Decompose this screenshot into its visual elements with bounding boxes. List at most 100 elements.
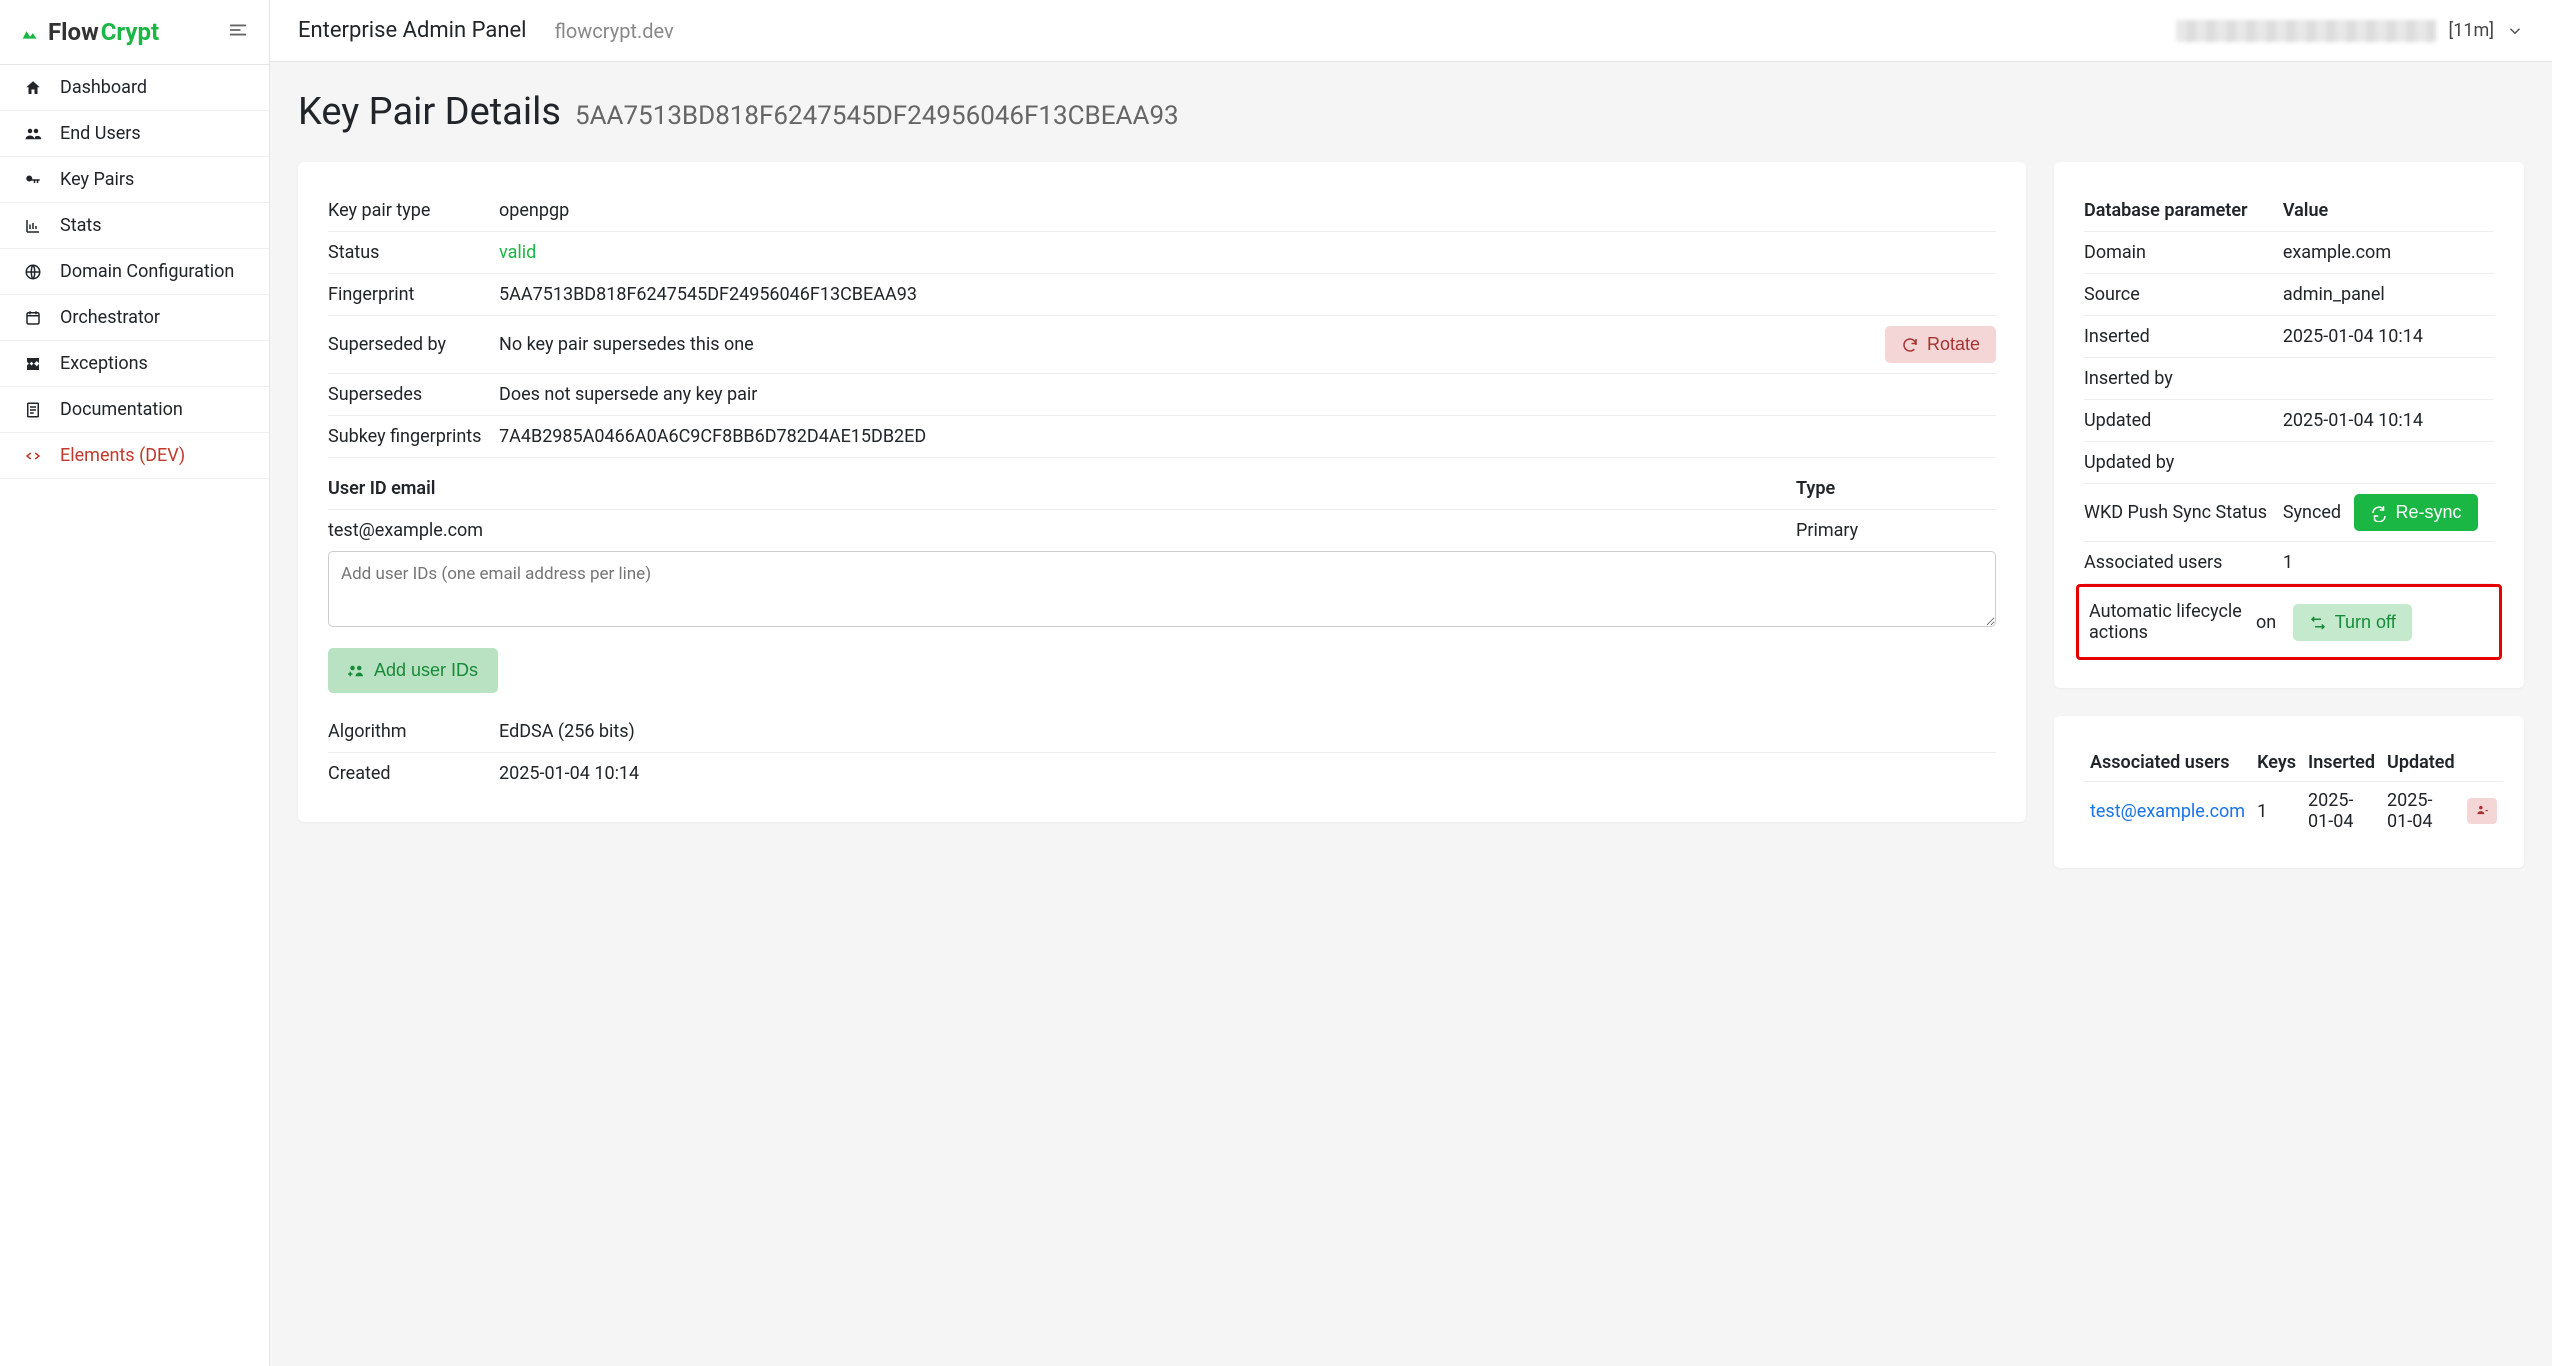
assoc-user-updated: 2025-01-04 [2381,782,2461,841]
label-superseded-by: Superseded by [328,334,483,355]
swap-icon [2309,612,2327,633]
userid-email: test@example.com [328,520,1796,541]
label-created: Created [328,763,483,784]
account-menu[interactable]: [11m] [2176,20,2524,42]
sidebar-header: FlowCrypt [0,0,269,65]
remove-user-icon [2475,801,2489,822]
resync-button[interactable]: Re-sync [2354,494,2478,531]
value-fingerprint: 5AA7513BD818F6247545DF24956046F13CBEAA93 [499,284,1996,305]
value-source: admin_panel [2283,274,2494,316]
logo-text-flow: Flow [48,18,99,46]
dbparam-header-value: Value [2283,190,2494,232]
broken-image-icon [22,353,44,374]
sidebar-item-domain-configuration[interactable]: Domain Configuration [0,249,269,295]
session-time: [11m] [2448,20,2494,41]
document-icon [22,399,44,420]
value-inserted-by [2283,358,2494,400]
sidebar-item-dashboard[interactable]: Dashboard [0,65,269,111]
logo-icon [20,18,42,46]
nav: Dashboard End Users Key Pairs Stats Doma… [0,65,269,479]
userid-header-type: Type [1796,478,1996,499]
value-wkd-status: Synced Re-sync [2283,484,2494,542]
label-fingerprint: Fingerprint [328,284,483,305]
sidebar: FlowCrypt Dashboard End Users Key Pairs … [0,0,270,1366]
sidebar-item-orchestrator[interactable]: Orchestrator [0,295,269,341]
lifecycle-highlight: Automatic lifecycle actions on Turn off [2076,584,2502,660]
label-source: Source [2084,274,2283,316]
label-algorithm: Algorithm [328,721,483,742]
assoc-user-inserted: 2025-01-04 [2302,782,2381,841]
label-inserted: Inserted [2084,316,2283,358]
resync-label: Re-sync [2396,502,2462,523]
calendar-icon [22,307,44,328]
userid-type: Primary [1796,520,1996,541]
sidebar-item-label: Documentation [60,399,183,420]
sidebar-item-documentation[interactable]: Documentation [0,387,269,433]
sidebar-item-end-users[interactable]: End Users [0,111,269,157]
sidebar-item-label: Elements (DEV) [60,445,185,466]
assoc-user-link[interactable]: test@example.com [2090,801,2245,822]
db-params-card: Database parameter Value Domain example.… [2054,162,2524,688]
label-status: Status [328,242,483,263]
dbparam-header-param: Database parameter [2084,190,2283,232]
label-subkey-fingerprints: Subkey fingerprints [328,426,483,447]
chart-icon [22,215,44,236]
rotate-icon [1901,334,1919,355]
add-user-ids-label: Add user IDs [374,660,478,681]
redacted-user [2176,20,2436,42]
rotate-button[interactable]: Rotate [1885,326,1996,363]
sidebar-item-elements-dev[interactable]: Elements (DEV) [0,433,269,479]
page-heading: Key Pair Details [298,90,561,134]
sidebar-item-label: Domain Configuration [60,261,234,282]
home-icon [22,77,44,98]
users-icon [22,123,44,144]
turn-off-button[interactable]: Turn off [2293,604,2412,641]
value-key-type: openpgp [499,200,1996,221]
sidebar-item-exceptions[interactable]: Exceptions [0,341,269,387]
topbar: Enterprise Admin Panel flowcrypt.dev [11… [270,0,2552,62]
sidebar-item-label: Stats [60,215,102,236]
key-details-card: Key pair type openpgp Status valid Finge… [298,162,2026,822]
value-domain: example.com [2283,232,2494,274]
assoc-header-inserted: Inserted [2302,744,2381,782]
page-title: Key Pair Details 5AA7513BD818F6247545DF2… [298,90,2524,134]
sync-icon [2370,502,2388,523]
sidebar-item-label: Orchestrator [60,307,160,328]
sidebar-item-stats[interactable]: Stats [0,203,269,249]
label-wkd-status: WKD Push Sync Status [2084,484,2283,542]
topbar-title: Enterprise Admin Panel [298,18,527,43]
logo-text-crypt: Crypt [101,18,159,46]
page-fingerprint: 5AA7513BD818F6247545DF24956046F13CBEAA93 [575,101,1179,131]
value-superseded-by: No key pair supersedes this one [499,334,1869,355]
label-updated: Updated [2084,400,2283,442]
assoc-header-updated: Updated [2381,744,2461,782]
key-icon [22,169,44,190]
add-userid-textarea[interactable] [328,551,1996,627]
value-updated: 2025-01-04 10:14 [2283,400,2494,442]
value-supersedes: Does not supersede any key pair [499,384,1996,405]
add-user-ids-button[interactable]: Add user IDs [328,648,498,693]
logo[interactable]: FlowCrypt [20,18,159,46]
value-status: valid [499,242,1996,263]
value-inserted: 2025-01-04 10:14 [2283,316,2494,358]
userid-header-email: User ID email [328,478,1796,499]
sidebar-item-label: Key Pairs [60,169,134,190]
chevron-down-icon[interactable] [2506,20,2524,41]
sidebar-item-key-pairs[interactable]: Key Pairs [0,157,269,203]
label-assoc-users: Associated users [2084,542,2283,584]
label-lifecycle: Automatic lifecycle actions [2089,595,2254,649]
code-icon [22,445,44,466]
topbar-domain: flowcrypt.dev [555,19,674,43]
label-updated-by: Updated by [2084,442,2283,484]
add-users-icon [348,660,366,681]
assoc-header-keys: Keys [2251,744,2302,782]
sidebar-item-label: End Users [60,123,141,144]
menu-toggle-icon[interactable] [227,19,249,46]
label-key-type: Key pair type [328,200,483,221]
label-domain: Domain [2084,232,2283,274]
globe-icon [22,261,44,282]
remove-user-button[interactable] [2467,798,2497,824]
label-supersedes: Supersedes [328,384,483,405]
rotate-label: Rotate [1927,334,1980,355]
associated-users-card: Associated users Keys Inserted Updated t… [2054,716,2524,868]
